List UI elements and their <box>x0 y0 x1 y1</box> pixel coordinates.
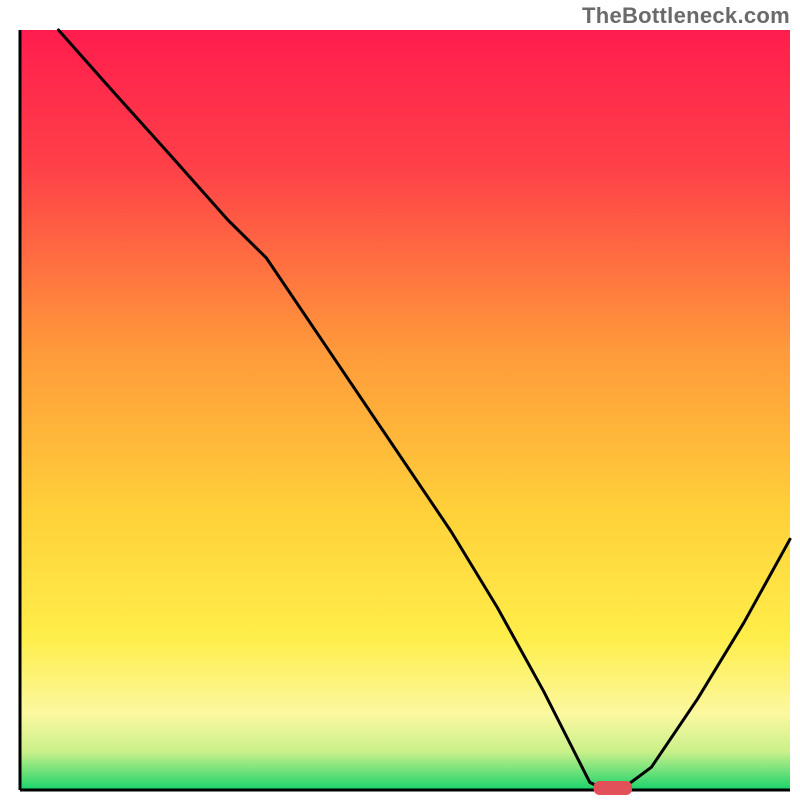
heatmap-background <box>20 30 790 790</box>
chart-container: { "watermark": { "text": "TheBottleneck.… <box>0 0 800 800</box>
optimal-marker <box>594 781 633 795</box>
bottleneck-chart <box>0 0 800 800</box>
